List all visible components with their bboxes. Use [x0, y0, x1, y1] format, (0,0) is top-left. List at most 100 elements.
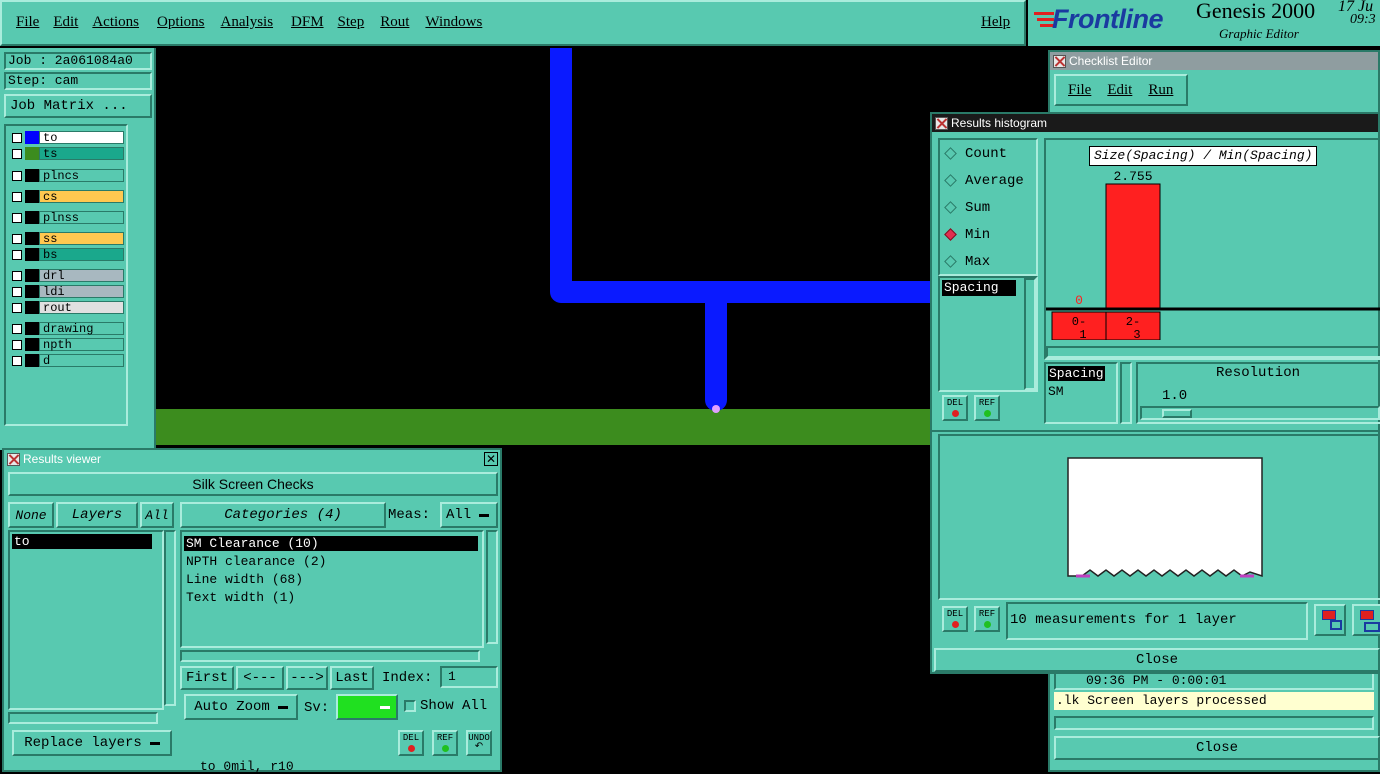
checklist-menu-file[interactable]: File: [1068, 82, 1091, 99]
layer-checkbox[interactable]: [12, 339, 22, 350]
list2-item-sm[interactable]: SM: [1048, 384, 1064, 399]
checklist-close-button[interactable]: Close: [1054, 736, 1380, 760]
menu-options[interactable]: Options: [157, 14, 205, 31]
menu-help[interactable]: Help: [981, 14, 1010, 31]
layer-row-cs[interactable]: cs: [8, 189, 124, 204]
layer-checkbox[interactable]: [12, 323, 22, 334]
layer-checkbox[interactable]: [12, 233, 22, 244]
menu-dfm[interactable]: DFM: [291, 14, 324, 31]
results-viewer-titlebar[interactable]: Results viewer ✕: [4, 450, 500, 468]
resolution-slider-thumb[interactable]: [1162, 409, 1192, 418]
checklist-hscroll[interactable]: [1054, 716, 1374, 730]
refresh-icon[interactable]: REF: [432, 730, 458, 756]
checklist-menu-run[interactable]: Run: [1148, 82, 1173, 99]
histogram-close-button[interactable]: Close: [934, 648, 1380, 672]
replace-layers-select[interactable]: Replace layers: [12, 730, 172, 756]
layer-row-npth[interactable]: npth: [8, 337, 124, 352]
histogram-bar[interactable]: [1105, 183, 1161, 309]
category-item[interactable]: SM Clearance (10): [184, 536, 478, 551]
layer-checkbox[interactable]: [12, 249, 22, 260]
resolution-slider[interactable]: [1140, 406, 1380, 420]
mode-radio-average[interactable]: Average: [940, 167, 1036, 194]
category-vscroll[interactable]: [486, 530, 498, 644]
show-all-checkbox[interactable]: [404, 700, 416, 712]
menu-analysis[interactable]: Analysis: [221, 14, 274, 31]
refresh-icon[interactable]: REF: [974, 395, 1000, 421]
histogram-hscroll[interactable]: [1046, 346, 1380, 358]
close-window-icon[interactable]: [935, 116, 948, 130]
first-button[interactable]: First: [180, 666, 234, 690]
category-item[interactable]: Text width (1): [184, 590, 478, 605]
select-none-button[interactable]: None: [8, 502, 54, 528]
list2-item-spacing[interactable]: Spacing: [1048, 366, 1105, 381]
layer-checkbox[interactable]: [12, 270, 22, 281]
last-button[interactable]: Last: [330, 666, 374, 690]
layer-checkbox[interactable]: [12, 191, 22, 202]
layer-checkbox[interactable]: [12, 170, 22, 181]
checklist-menu-edit[interactable]: Edit: [1107, 82, 1132, 99]
close-window-icon[interactable]: [1053, 54, 1066, 68]
close-window-icon[interactable]: ✕: [484, 452, 498, 466]
auto-zoom-select[interactable]: Auto Zoom: [184, 694, 298, 720]
layer-row-ss[interactable]: ss: [8, 231, 124, 246]
select-all-button[interactable]: All: [140, 502, 174, 528]
layer-checkbox[interactable]: [12, 132, 22, 143]
graphic-canvas[interactable]: [156, 48, 930, 448]
layer-row-to[interactable]: to: [8, 130, 124, 145]
layer-row-drl[interactable]: drl: [8, 268, 124, 283]
spacing-sm-vscroll[interactable]: [1120, 362, 1132, 424]
layer-row-ts[interactable]: ts: [8, 146, 124, 161]
undo-icon[interactable]: UNDO ↶: [466, 730, 492, 756]
checklist-titlebar[interactable]: Checklist Editor: [1050, 52, 1378, 70]
histogram-titlebar[interactable]: Results histogram: [932, 114, 1378, 132]
index-label: Index:: [382, 670, 433, 686]
delete-icon[interactable]: DEL: [942, 395, 968, 421]
menu-actions[interactable]: Actions: [92, 14, 139, 31]
menu-windows[interactable]: Windows: [425, 14, 482, 31]
mode-radio-sum[interactable]: Sum: [940, 194, 1036, 221]
categories-button[interactable]: Categories (4): [180, 502, 386, 528]
layers-button[interactable]: Layers: [56, 502, 138, 528]
measure-list-vscroll[interactable]: [1024, 278, 1036, 390]
layer-row-bs[interactable]: bs: [8, 247, 124, 262]
layer-row-ldi[interactable]: ldi: [8, 284, 124, 299]
measure-list-item[interactable]: Spacing: [942, 280, 1016, 296]
layer-results-hscroll[interactable]: [8, 712, 158, 724]
mode-radio-min[interactable]: Min: [940, 221, 1036, 248]
layer-row-plnss[interactable]: plnss: [8, 210, 124, 225]
layer-checkbox[interactable]: [12, 148, 22, 159]
mode-radio-max[interactable]: Max: [940, 248, 1036, 275]
layer-checkbox[interactable]: [12, 302, 22, 313]
delete-icon[interactable]: DEL: [398, 730, 424, 756]
window-menu-icon[interactable]: [7, 452, 20, 466]
category-item[interactable]: Line width (68): [184, 572, 478, 587]
sv-color-select[interactable]: [336, 694, 398, 720]
layer-checkbox[interactable]: [12, 355, 22, 366]
layer-checkbox[interactable]: [12, 212, 22, 223]
index-input[interactable]: 1: [440, 666, 498, 688]
layer-row-d[interactable]: d: [8, 353, 124, 368]
refresh-icon[interactable]: REF: [974, 606, 1000, 632]
show-layer-icon[interactable]: [1352, 604, 1380, 636]
next-button[interactable]: --->: [286, 666, 328, 690]
refresh-icon-label: REF: [978, 609, 996, 619]
menu-rout[interactable]: Rout: [380, 14, 409, 31]
layer-results-item[interactable]: to: [12, 534, 152, 549]
mode-radio-count[interactable]: Count: [940, 140, 1036, 167]
delete-icon[interactable]: DEL: [942, 606, 968, 632]
menu-step[interactable]: Step: [338, 14, 365, 31]
prev-button[interactable]: <---: [236, 666, 284, 690]
category-hscroll[interactable]: [180, 650, 480, 662]
layer-row-plncs[interactable]: plncs: [8, 168, 124, 183]
menu-edit[interactable]: Edit: [53, 14, 78, 31]
layer-row-rout[interactable]: rout: [8, 300, 124, 315]
layer-row-drawing[interactable]: drawing: [8, 321, 124, 336]
meas-select[interactable]: All: [440, 502, 498, 528]
job-matrix-button[interactable]: Job Matrix ...: [4, 94, 152, 118]
layer-checkbox[interactable]: [12, 286, 22, 297]
category-item[interactable]: NPTH clearance (2): [184, 554, 478, 569]
layer-results-vscroll[interactable]: [164, 530, 176, 706]
zoom-to-result-icon[interactable]: [1314, 604, 1346, 636]
layer-name: rout: [39, 301, 124, 315]
menu-file[interactable]: File: [16, 14, 39, 31]
